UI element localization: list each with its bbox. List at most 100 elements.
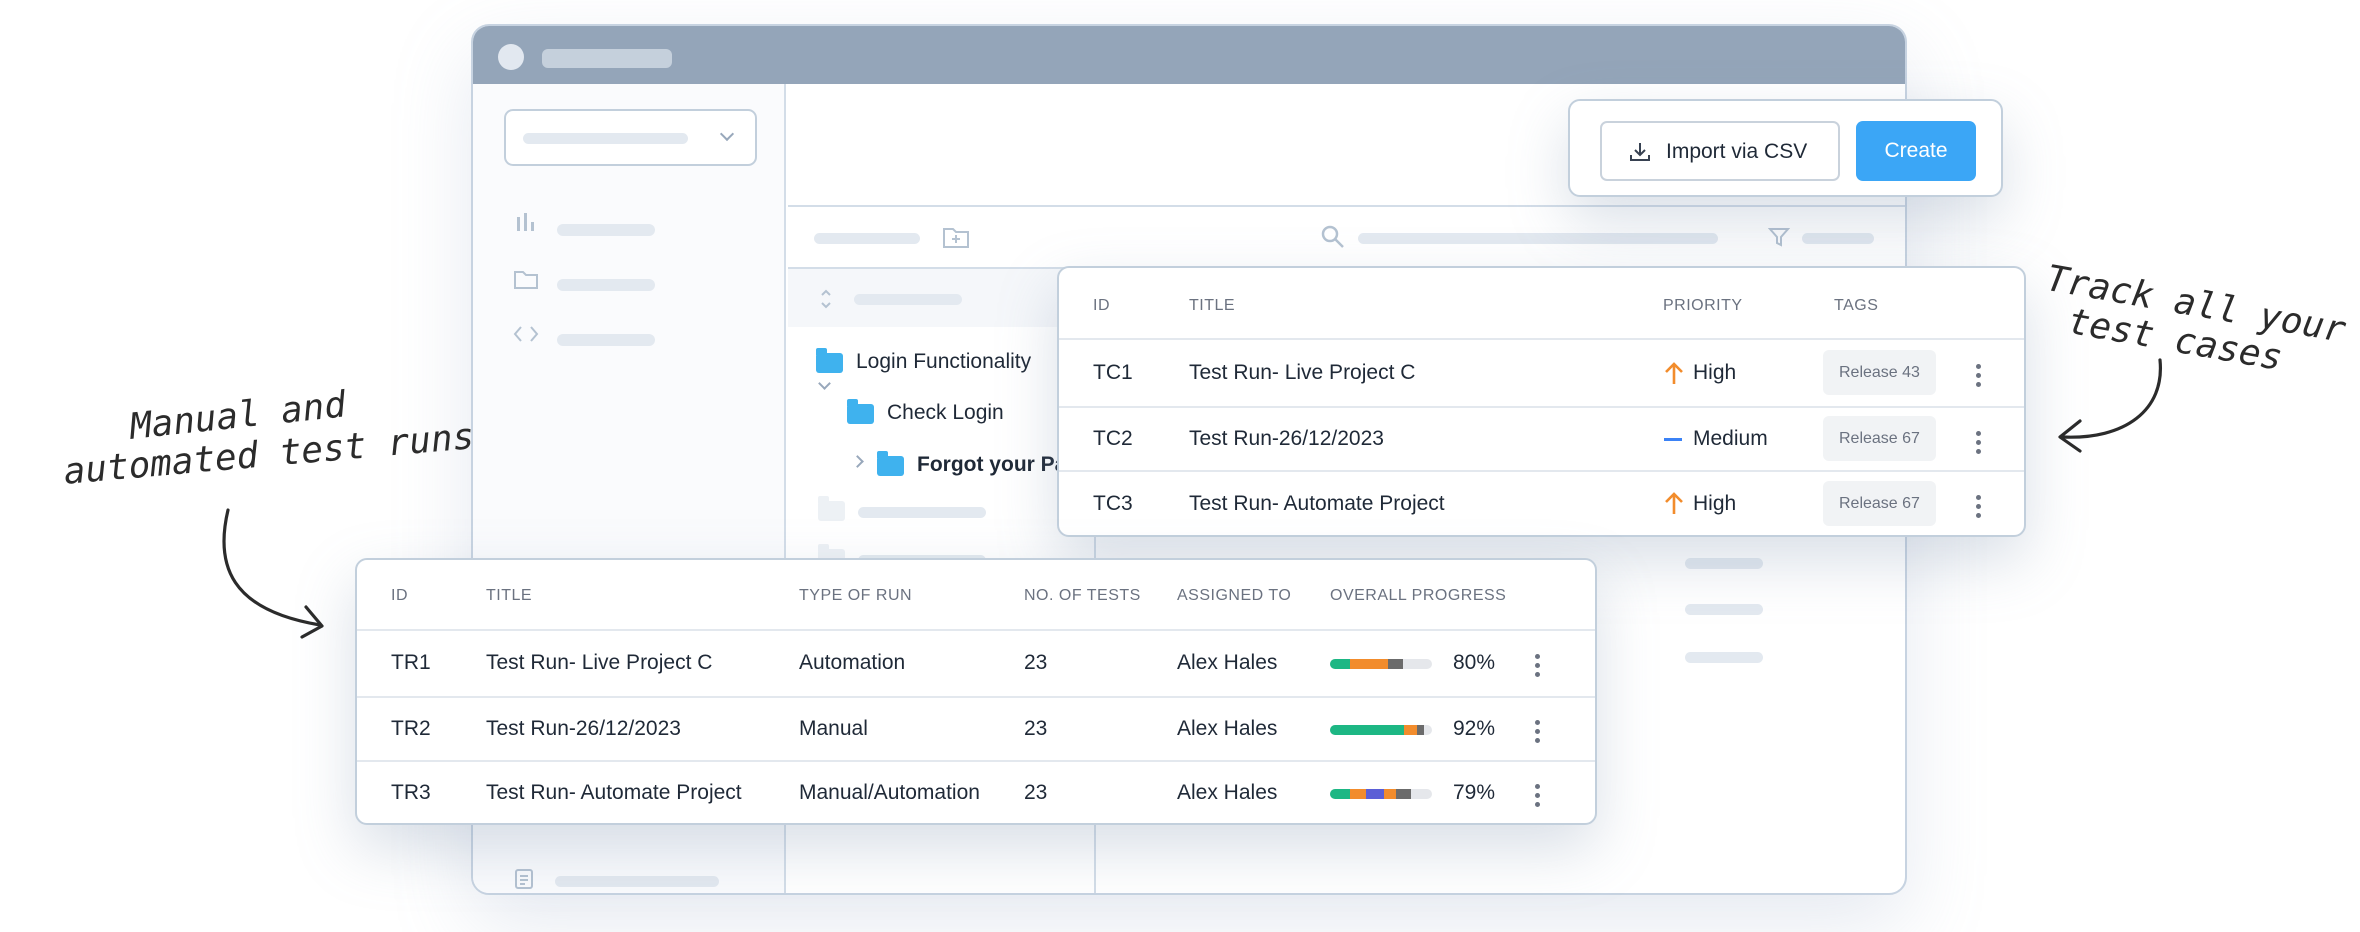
column-header-tags: TAGS [1834,297,1879,314]
import-csv-button[interactable]: Import via CSV [1600,121,1840,181]
folder-icon [816,348,843,373]
tree-item-check-login[interactable]: Check Login [887,401,1004,425]
window-title-placeholder [542,49,672,68]
folder-icon [818,496,845,521]
cell-priority: High [1693,492,1737,515]
cell-type: Manual [799,717,868,740]
cell-progress: 80% [1453,651,1496,674]
column-header-priority: PRIORITY [1663,297,1743,314]
column-header-id: ID [391,587,408,604]
chevron-down-icon[interactable] [818,377,831,390]
progress-segment [1416,725,1424,735]
tree-placeholder [858,507,986,518]
cell-id: TC1 [1093,361,1133,384]
cell-title: Test Run-26/12/2023 [1189,427,1384,450]
folder-header-placeholder [854,294,962,305]
cell-type: Automation [799,651,906,674]
sort-icon[interactable] [820,288,832,310]
create-button[interactable]: Create [1856,121,1976,181]
clipboard-icon[interactable] [513,866,535,890]
table-row[interactable]: TR2 Test Run-26/12/2023 Manual 23 Alex H… [357,698,1595,760]
cell-progress: 79% [1453,781,1496,804]
download-icon [1628,140,1652,164]
more-options-icon[interactable] [1976,495,1982,522]
nav-placeholder[interactable] [557,279,655,291]
more-options-icon[interactable] [1535,784,1541,811]
cell-priority: Medium [1693,427,1768,450]
progress-segment [1365,789,1385,799]
more-options-icon[interactable] [1976,364,1982,391]
actions-card: Import via CSV Create [1568,99,2003,197]
row-placeholder [1685,604,1763,615]
progress-segment [1330,659,1351,669]
folder-icon [847,399,874,424]
window-dot [498,44,524,70]
select-placeholder [523,133,688,144]
code-icon[interactable] [513,324,539,344]
progress-segment [1404,725,1417,735]
column-header-title: TITLE [486,587,533,604]
cell-assignee: Alex Hales [1177,651,1278,674]
curved-arrow-icon [222,508,324,639]
cell-title: Test Run- Automate Project [486,781,742,804]
arrow-up-icon [1663,360,1685,386]
tag-badge[interactable]: Release 67 [1823,416,1936,461]
minus-icon [1664,438,1682,441]
chevron-down-icon [719,126,735,142]
row-placeholder [1685,558,1763,569]
folder-outline-icon[interactable] [513,268,539,290]
progress-segment [1350,789,1366,799]
more-options-icon[interactable] [1976,431,1982,458]
nav-placeholder[interactable] [555,876,719,887]
toolbar [788,207,1905,269]
tree-item-login-functionality[interactable]: Login Functionality [856,350,1031,374]
progress-bar [1330,725,1432,735]
title-bar [473,26,1905,84]
folder-icon [877,451,904,476]
progress-segment [1330,725,1405,735]
cell-id: TR1 [391,651,431,674]
progress-segment [1350,659,1389,669]
search-placeholder[interactable] [1358,233,1718,244]
tag-badge[interactable]: Release 43 [1823,350,1936,395]
progress-bar [1330,789,1432,799]
table-row[interactable]: TR3 Test Run- Automate Project Manual/Au… [357,762,1595,823]
progress-segment [1384,789,1397,799]
project-select[interactable] [504,109,757,166]
tag-badge[interactable]: Release 67 [1823,481,1936,526]
import-csv-label: Import via CSV [1666,140,1808,163]
more-options-icon[interactable] [1535,654,1541,681]
table-row[interactable]: TC1 Test Run- Live Project C High Releas… [1059,340,2024,406]
filter-placeholder[interactable] [1802,233,1874,244]
cell-assignee: Alex Hales [1177,781,1278,804]
cell-id: TR2 [391,717,431,740]
cell-assignee: Alex Hales [1177,717,1278,740]
table-row[interactable]: TR1 Test Run- Live Project C Automation … [357,631,1595,696]
cell-title: Test Run- Live Project C [486,651,713,674]
add-folder-icon[interactable] [942,224,970,250]
cell-type: Manual/Automation [799,781,980,804]
column-header-assigned: ASSIGNED TO [1177,587,1292,604]
cell-title: Test Run-26/12/2023 [486,717,681,740]
test-runs-table: ID TITLE TYPE OF RUN NO. OF TESTS ASSIGN… [355,558,1597,825]
bar-chart-icon[interactable] [515,211,537,233]
progress-segment [1396,789,1411,799]
breadcrumb-placeholder [814,233,920,244]
arrow-up-icon [1663,490,1685,516]
cell-progress: 92% [1453,717,1496,740]
cell-id: TC2 [1093,427,1133,450]
table-row[interactable]: TC2 Test Run-26/12/2023 Medium Release 6… [1059,408,2024,470]
nav-placeholder[interactable] [557,224,655,236]
table-row[interactable]: TC3 Test Run- Automate Project High Rele… [1059,472,2024,535]
search-icon[interactable] [1320,224,1346,250]
cell-priority: High [1693,361,1737,384]
nav-placeholder[interactable] [557,334,655,346]
more-options-icon[interactable] [1535,720,1541,747]
row-placeholder [1685,652,1763,663]
chevron-right-icon[interactable] [851,455,864,468]
column-header-title: TITLE [1189,297,1236,314]
cell-title: Test Run- Automate Project [1189,492,1445,515]
filter-icon[interactable] [1767,226,1791,248]
tree-item-forgot-password[interactable]: Forgot your Pa [917,453,1066,477]
column-header-type: TYPE OF RUN [799,587,913,604]
